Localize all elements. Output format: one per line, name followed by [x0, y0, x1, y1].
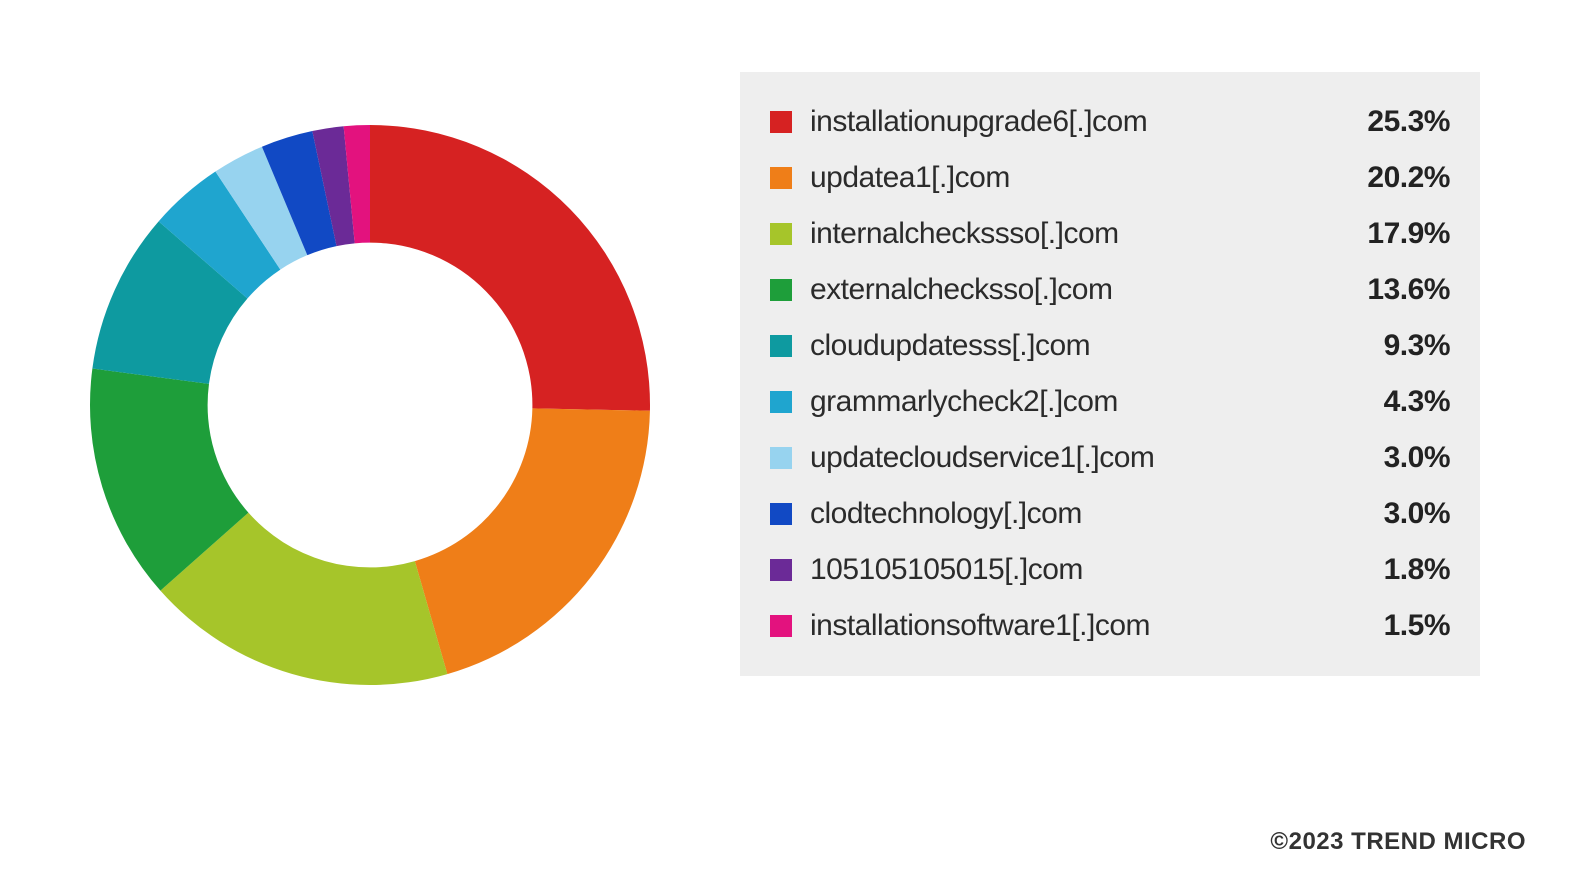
legend-value: 4.3% [1340, 385, 1450, 419]
legend-row: updatea1[.]com20.2% [770, 150, 1450, 206]
legend-value: 3.0% [1340, 497, 1450, 531]
legend-label: internalcheckssso[.]com [810, 217, 1340, 251]
legend-value: 13.6% [1340, 273, 1450, 307]
legend-row: installationsoftware1[.]com1.5% [770, 598, 1450, 654]
legend-label: clodtechnology[.]com [810, 497, 1340, 531]
legend-row: cloudupdatesss[.]com9.3% [770, 318, 1450, 374]
legend-label: installationsoftware1[.]com [810, 609, 1340, 643]
legend-label: cloudupdatesss[.]com [810, 329, 1340, 363]
copyright-text: ©2023 TREND MICRO [1270, 828, 1526, 856]
legend-value: 1.8% [1340, 553, 1450, 587]
legend-swatch [770, 447, 792, 469]
donut-slice [370, 125, 650, 411]
legend-swatch [770, 223, 792, 245]
legend-label: 105105105015[.]com [810, 553, 1340, 587]
legend-value: 9.3% [1340, 329, 1450, 363]
legend-value: 17.9% [1340, 217, 1450, 251]
legend-value: 1.5% [1340, 609, 1450, 643]
legend-row: clodtechnology[.]com3.0% [770, 486, 1450, 542]
legend-swatch [770, 559, 792, 581]
legend-swatch [770, 391, 792, 413]
legend-row: externalchecksso[.]com13.6% [770, 262, 1450, 318]
legend-value: 3.0% [1340, 441, 1450, 475]
legend-value: 25.3% [1340, 105, 1450, 139]
legend-row: 105105105015[.]com1.8% [770, 542, 1450, 598]
legend-row: installationupgrade6[.]com25.3% [770, 94, 1450, 150]
legend-label: installationupgrade6[.]com [810, 105, 1340, 139]
legend-swatch [770, 503, 792, 525]
legend-swatch [770, 335, 792, 357]
legend-label: updatecloudservice1[.]com [810, 441, 1340, 475]
legend-label: grammarlycheck2[.]com [810, 385, 1340, 419]
legend-swatch [770, 615, 792, 637]
legend-row: grammarlycheck2[.]com4.3% [770, 374, 1450, 430]
legend-label: updatea1[.]com [810, 161, 1340, 195]
donut-chart-svg [60, 95, 680, 715]
legend-row: updatecloudservice1[.]com3.0% [770, 430, 1450, 486]
legend-panel: installationupgrade6[.]com25.3%updatea1[… [740, 72, 1480, 676]
legend-swatch [770, 111, 792, 133]
legend-label: externalchecksso[.]com [810, 273, 1340, 307]
legend-row: internalcheckssso[.]com17.9% [770, 206, 1450, 262]
donut-slice [415, 408, 650, 674]
legend-value: 20.2% [1340, 161, 1450, 195]
legend-swatch [770, 279, 792, 301]
donut-chart [60, 65, 680, 745]
legend-swatch [770, 167, 792, 189]
